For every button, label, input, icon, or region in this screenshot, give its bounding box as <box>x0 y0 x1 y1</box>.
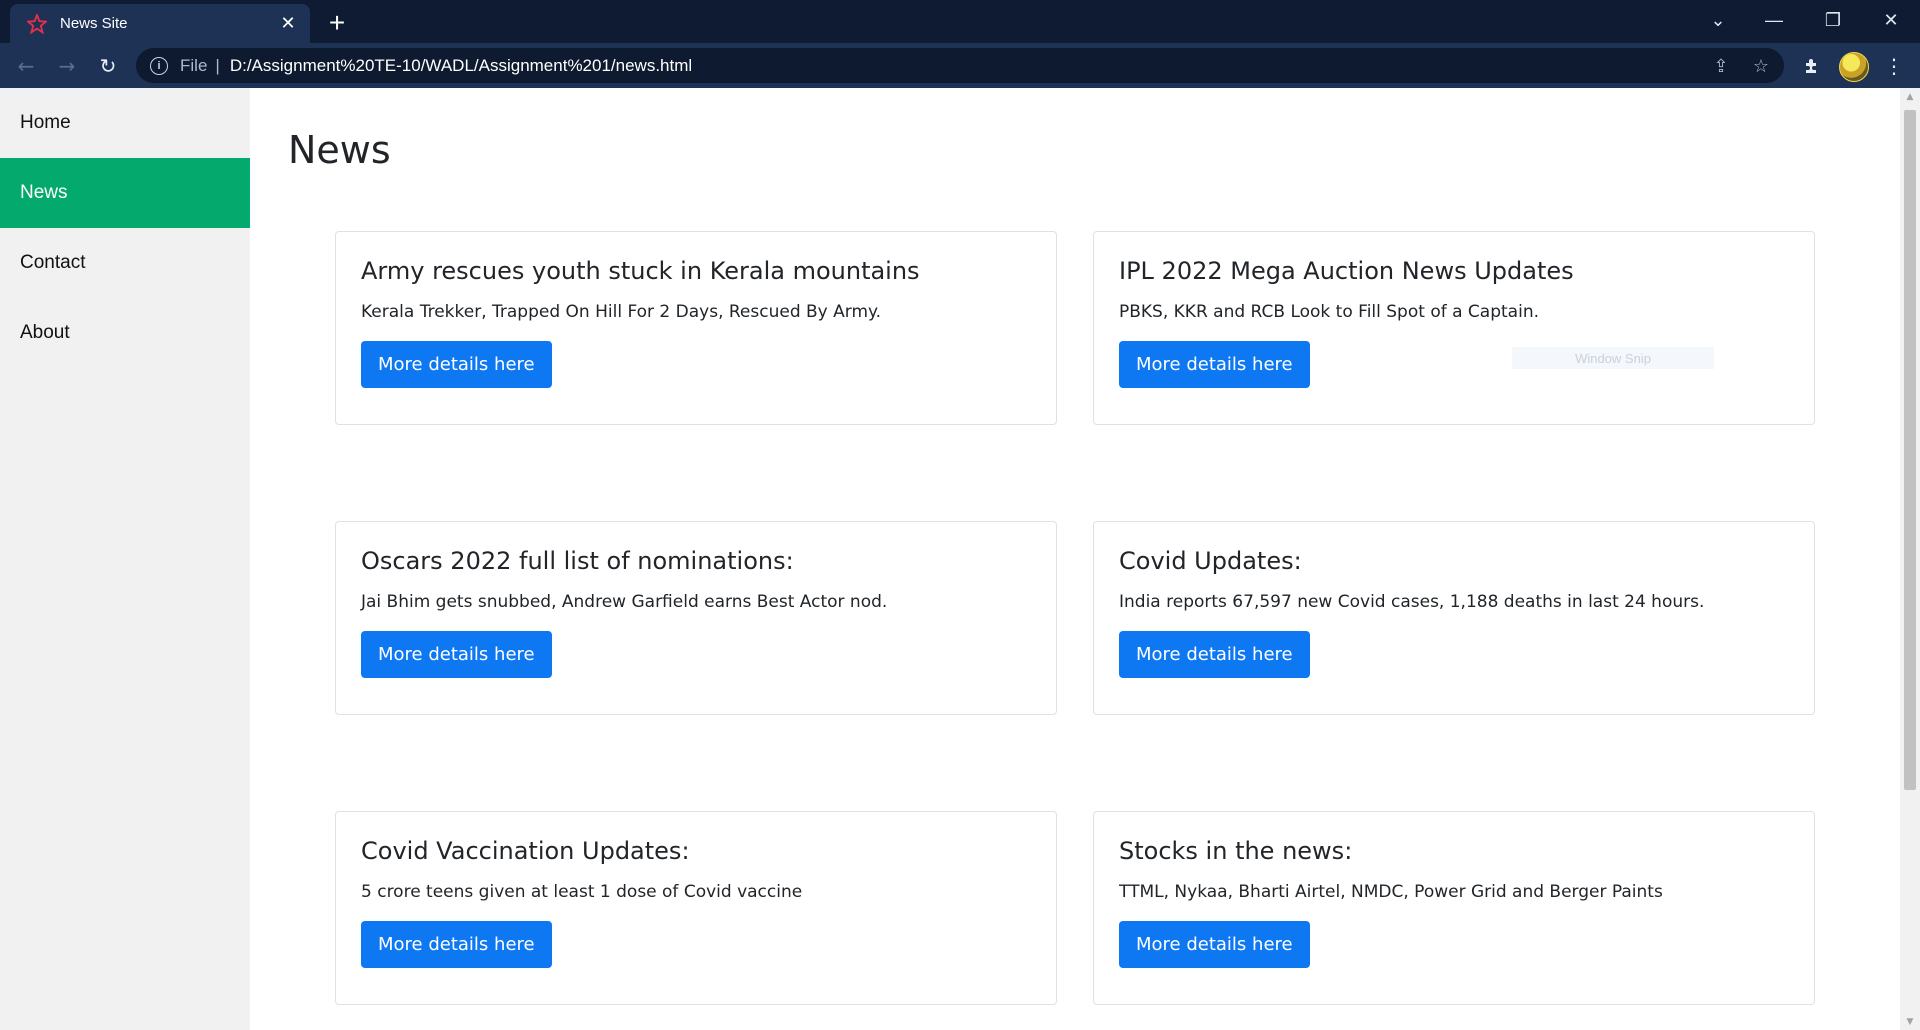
profile-avatar[interactable] <box>1839 52 1869 82</box>
omnibox-separator: | <box>215 55 220 75</box>
close-window-button[interactable]: ✕ <box>1869 0 1913 40</box>
card-text: TTML, Nykaa, Bharti Airtel, NMDC, Power … <box>1119 882 1663 902</box>
tab-title: News Site <box>60 15 128 32</box>
window-snip-overlay: Window Snip <box>1512 347 1714 369</box>
new-tab-button[interactable]: + <box>322 7 352 38</box>
card-text: Jai Bhim gets snubbed, Andrew Garfield e… <box>361 592 888 612</box>
card-title: Stocks in the news: <box>1119 837 1353 865</box>
news-card: Army rescues youth stuck in Kerala mount… <box>335 231 1057 425</box>
scroll-up-arrow-icon[interactable]: ▲ <box>1900 88 1920 105</box>
browser-tabstrip: News Site ✕ + ⌄ — ❐ ✕ <box>0 0 1920 43</box>
scroll-down-arrow-icon[interactable]: ▼ <box>1900 1013 1920 1030</box>
news-card: Covid Updates: India reports 67,597 new … <box>1093 521 1815 715</box>
news-card: IPL 2022 Mega Auction News Updates PBKS,… <box>1093 231 1815 425</box>
sidebar-item-home[interactable]: Home <box>0 88 250 158</box>
restore-button[interactable]: ❐ <box>1811 0 1855 40</box>
more-details-button[interactable]: More details here <box>361 921 552 968</box>
card-title: Army rescues youth stuck in Kerala mount… <box>361 257 920 285</box>
page-title: News <box>288 128 391 172</box>
more-details-button[interactable]: More details here <box>1119 921 1310 968</box>
main-content: News Army rescues youth stuck in Kerala … <box>250 88 1900 1030</box>
more-details-button[interactable]: More details here <box>361 631 552 678</box>
info-icon[interactable]: i <box>150 56 168 75</box>
news-card: Stocks in the news: TTML, Nykaa, Bharti … <box>1093 811 1815 1005</box>
scheme-label: File <box>180 55 208 75</box>
sidebar-item-contact[interactable]: Contact <box>0 228 250 298</box>
more-details-button[interactable]: More details here <box>1119 631 1310 678</box>
card-title: IPL 2022 Mega Auction News Updates <box>1119 257 1574 285</box>
news-card: Covid Vaccination Updates: 5 crore teens… <box>335 811 1057 1005</box>
address-bar[interactable]: i File | D:/Assignment%20TE-10/WADL/Assi… <box>136 48 1784 83</box>
sidebar-item-news[interactable]: News <box>0 158 250 228</box>
card-text: Kerala Trekker, Trapped On Hill For 2 Da… <box>361 302 882 322</box>
star-favicon-icon <box>26 13 48 35</box>
extensions-puzzle-icon[interactable] <box>1797 51 1827 81</box>
vertical-scrollbar[interactable]: ▲ ▼ <box>1900 88 1920 1030</box>
reload-icon[interactable]: ↻ <box>92 50 124 82</box>
sidebar: Home News Contact About <box>0 88 250 1030</box>
forward-arrow-icon[interactable]: → <box>51 50 83 82</box>
share-icon[interactable]: ⇪ <box>1709 54 1733 78</box>
page-viewport: Home News Contact About News Army rescue… <box>0 88 1900 1030</box>
browser-menu-icon[interactable]: ⋮ <box>1879 51 1909 81</box>
sidebar-item-about[interactable]: About <box>0 298 250 368</box>
card-text: 5 crore teens given at least 1 dose of C… <box>361 882 803 902</box>
browser-tab[interactable]: News Site ✕ <box>10 4 310 43</box>
news-card: Oscars 2022 full list of nominations: Ja… <box>335 521 1057 715</box>
bookmark-star-icon[interactable]: ☆ <box>1749 54 1773 78</box>
more-details-button[interactable]: More details here <box>1119 341 1310 388</box>
scrollbar-thumb[interactable] <box>1904 110 1916 790</box>
card-text: India reports 67,597 new Covid cases, 1,… <box>1119 592 1705 612</box>
back-arrow-icon[interactable]: ← <box>10 50 42 82</box>
more-details-button[interactable]: More details here <box>361 341 552 388</box>
url-text[interactable]: D:/Assignment%20TE-10/WADL/Assignment%20… <box>230 56 692 76</box>
minimize-button[interactable]: — <box>1752 0 1796 40</box>
card-title: Covid Vaccination Updates: <box>361 837 690 865</box>
tab-search-icon[interactable]: ⌄ <box>1696 0 1740 40</box>
card-title: Oscars 2022 full list of nominations: <box>361 547 794 575</box>
tab-close-icon[interactable]: ✕ <box>276 12 300 36</box>
card-text: PBKS, KKR and RCB Look to Fill Spot of a… <box>1119 302 1539 322</box>
browser-toolbar: ← → ↻ i File | D:/Assignment%20TE-10/WAD… <box>0 43 1920 88</box>
card-title: Covid Updates: <box>1119 547 1302 575</box>
